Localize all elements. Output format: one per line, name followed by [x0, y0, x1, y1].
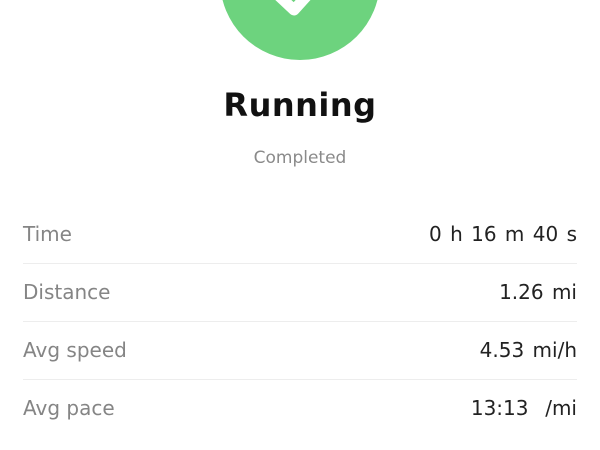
stat-value: 4.53 mi/h [479, 338, 577, 362]
completion-badge [220, 0, 380, 60]
stat-value: 0 h 16 m 40 s [429, 222, 577, 246]
stat-label: Avg pace [23, 396, 115, 420]
stat-label: Distance [23, 280, 111, 304]
activity-title: Running [223, 86, 377, 124]
stat-label: Time [23, 222, 72, 246]
stat-label: Avg speed [23, 338, 127, 362]
stat-value: 13:13 /mi [470, 396, 577, 420]
stats-list: Time 0 h 16 m 40 s Distance 1.26 mi Avg … [23, 206, 577, 438]
stat-row-time: Time 0 h 16 m 40 s [23, 206, 577, 264]
stat-value: 1.26 mi [499, 280, 577, 304]
stat-row-avg-pace: Avg pace 13:13 /mi [23, 380, 577, 438]
stat-row-avg-speed: Avg speed 4.53 mi/h [23, 322, 577, 380]
stat-row-distance: Distance 1.26 mi [23, 264, 577, 322]
activity-status: Completed [253, 148, 347, 168]
checkmark-icon [275, 0, 311, 16]
